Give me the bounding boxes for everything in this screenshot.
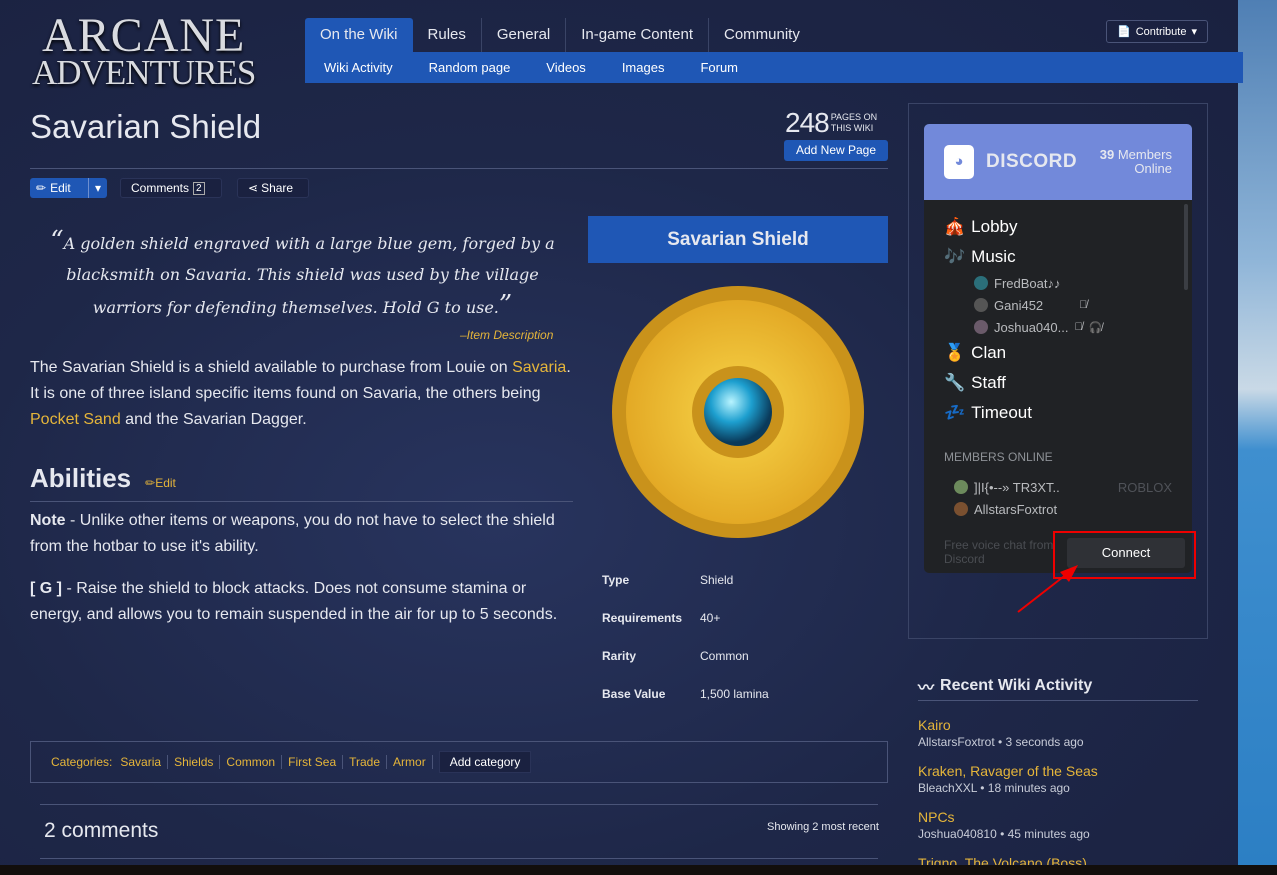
discord-logo-icon: ◕	[944, 145, 974, 179]
category-link[interactable]: First Sea	[282, 755, 344, 769]
category-link[interactable]: Savaria	[114, 755, 169, 769]
comments-button[interactable]: Comments 2	[120, 178, 222, 198]
subnav-images[interactable]: Images	[607, 60, 680, 75]
divider	[918, 700, 1198, 701]
add-category-button[interactable]: Add category	[438, 751, 532, 773]
share-button[interactable]: ⋖ Share	[237, 178, 309, 198]
activity-item[interactable]: Kairo AllstarsFoxtrot • 3 seconds ago	[918, 717, 1084, 749]
activity-item[interactable]: NPCs Joshua040810 • 45 minutes ago	[918, 809, 1090, 841]
members-online-count: 39 Members Online	[1099, 147, 1172, 176]
shield-image[interactable]	[588, 263, 888, 561]
ability-paragraph: [ G ] - Raise the shield to block attack…	[30, 580, 558, 623]
comments-showing: Showing 2 most recent	[767, 821, 879, 833]
infobox-row-type: Type Shield	[602, 573, 734, 587]
divider	[40, 804, 878, 805]
subnav-random-page[interactable]: Random page	[414, 60, 526, 75]
nav-tab-community[interactable]: Community	[709, 18, 815, 52]
comments-count: 2	[193, 181, 205, 195]
nav-tab-in-game-content[interactable]: In-game Content	[566, 18, 709, 52]
wrench-icon: 🔧	[944, 373, 966, 392]
page-count: 248 PAGES ON THIS WIKI	[785, 107, 878, 138]
category-link[interactable]: Shields	[168, 755, 221, 769]
add-new-page-button[interactable]: Add New Page	[784, 140, 888, 161]
categories-bar: Categories: Savaria Shields Common First…	[30, 741, 888, 783]
page-title: Savarian Shield	[30, 108, 262, 145]
subnav-forum[interactable]: Forum	[685, 60, 753, 75]
medal-icon: 🏅	[944, 343, 966, 362]
muted-mic-icon: 🎙̸	[1079, 299, 1088, 311]
nav-tab-on-the-wiki[interactable]: On the Wiki	[305, 18, 413, 52]
annotation-arrow	[1017, 565, 1078, 613]
activity-item[interactable]: Kraken, Ravager of the Seas BleachXXL • 1…	[918, 763, 1098, 795]
share-icon: ⋖	[248, 181, 259, 195]
background-image-edge	[1238, 0, 1277, 865]
nav-tab-rules[interactable]: Rules	[413, 18, 482, 52]
infobox-row-rarity: Rarity Common	[602, 649, 749, 663]
activity-pulse-icon: 〰	[918, 680, 935, 697]
infobox-row-requirements: Requirements 40+	[602, 611, 721, 625]
channel-clan[interactable]: 🏅 Clan	[944, 338, 1172, 368]
pencil-icon: ✏	[36, 181, 47, 195]
section-edit-link[interactable]: ✏Edit	[145, 476, 176, 490]
category-link[interactable]: Common	[220, 755, 283, 769]
discord-widget: ◕ DISCORD 39 Members Online 🎪 Lobby 🎶 Music…	[924, 124, 1192, 573]
scrollbar[interactable]	[1184, 204, 1188, 290]
infobox-row-base-value: Base Value 1,500 lamina	[602, 687, 769, 701]
edit-button[interactable]: ✏ Edit ▾	[30, 178, 107, 198]
voice-member[interactable]: FredBoat♪♪	[944, 272, 1172, 294]
infobox-title: Savarian Shield	[588, 216, 888, 263]
shield-illustration	[612, 286, 864, 538]
online-member[interactable]: AllstarsFoxtrot	[944, 498, 1172, 520]
quote-source: –Item Description	[460, 328, 554, 342]
divider	[40, 858, 878, 859]
deafened-icon: 🎧̸	[1088, 321, 1103, 334]
online-member[interactable]: ]|I{•--» TR3XT.. ROBLOX	[944, 476, 1172, 498]
infobox: Savarian Shield Type Shield Requirements 4…	[588, 216, 888, 713]
tent-icon: 🎪	[944, 217, 966, 236]
abilities-heading: Abilities ✏Edit	[30, 463, 176, 493]
channel-lobby[interactable]: 🎪 Lobby	[944, 212, 1172, 242]
category-link[interactable]: Armor	[387, 755, 433, 769]
chevron-down-icon: ▾	[1191, 26, 1197, 38]
savaria-link[interactable]: Savaria	[512, 359, 566, 376]
taskbar-strip	[0, 865, 1277, 875]
category-link[interactable]: Trade	[343, 755, 388, 769]
divider	[30, 501, 573, 502]
subnav-wiki-activity[interactable]: Wiki Activity	[309, 60, 408, 75]
channel-staff[interactable]: 🔧 Staff	[944, 368, 1172, 398]
sleep-icon: 💤	[944, 403, 966, 422]
music-icon: 🎶	[944, 247, 966, 266]
divider	[30, 168, 888, 169]
item-quote: “A golden shield engraved with a large b…	[50, 226, 555, 320]
channel-timeout[interactable]: 💤 Timeout	[944, 398, 1172, 428]
pocket-sand-link[interactable]: Pocket Sand	[30, 411, 121, 428]
nav-tab-general[interactable]: General	[482, 18, 567, 52]
wiki-navigation: On the Wiki Rules General In-game Conten…	[305, 18, 1243, 83]
recent-activity-heading: 〰 Recent Wiki Activity	[918, 674, 1092, 698]
members-online-header: MEMBERS ONLINE	[944, 450, 1053, 464]
voice-member[interactable]: Joshua040... 🎙̸ 🎧̸	[944, 316, 1172, 338]
page-icon: 📄	[1117, 26, 1131, 38]
channel-music[interactable]: 🎶 Music	[944, 242, 1172, 272]
comments-heading: 2 comments	[44, 819, 159, 842]
intro-paragraph: The Savarian Shield is a shield availabl…	[30, 359, 571, 428]
wiki-logo[interactable]: ARCANE ADVENTURES	[32, 11, 284, 90]
note-paragraph: Note - Unlike other items or weapons, yo…	[30, 512, 555, 555]
contribute-button[interactable]: 📄 Contribute ▾	[1106, 20, 1208, 43]
chevron-down-icon[interactable]: ▾	[87, 178, 107, 198]
subnav-videos[interactable]: Videos	[531, 60, 601, 75]
muted-mic-icon: 🎙̸	[1074, 321, 1083, 333]
voice-member[interactable]: Gani452 🎙̸	[944, 294, 1172, 316]
